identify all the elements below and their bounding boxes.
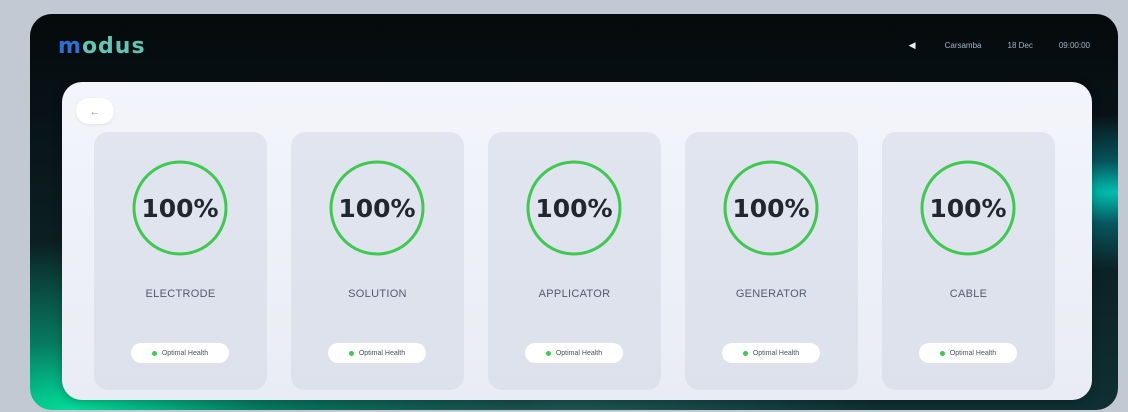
status-text: Optimal Health [752,349,800,357]
status-badge: Optimal Health [525,343,623,363]
health-percentage: 100% [929,193,1007,223]
arrow-left-icon: ← [89,106,101,118]
status-dot-icon [545,350,551,356]
status-text: Optimal Health [555,349,603,357]
day-label: Carsamba [944,40,982,50]
health-gauge: 100% [721,158,821,258]
component-name: CABLE [949,288,988,300]
health-gauge: 100% [524,158,624,258]
logo-prefix: m [58,34,82,59]
status-dot-icon [742,350,748,356]
component-card[interactable]: 100% SOLUTION Optimal Health [291,132,464,390]
status-badge: Optimal Health [919,343,1017,363]
status-dot-icon [348,350,354,356]
component-card[interactable]: 100% ELECTRODE Optimal Health [94,132,267,390]
status-text: Optimal Health [949,349,997,357]
status-bar: ◀ Carsamba 18 Dec 09:00:00 [909,40,1090,50]
status-dot-icon [151,350,157,356]
component-card[interactable]: 100% GENERATOR Optimal Health [685,132,858,390]
status-dot-icon [939,350,945,356]
device-screen: modus ◀ Carsamba 18 Dec 09:00:00 ← 100% … [30,14,1118,410]
health-percentage: 100% [338,193,416,223]
component-name: SOLUTION [348,288,407,300]
component-card[interactable]: 100% CABLE Optimal Health [882,132,1055,390]
component-name: GENERATOR [735,288,808,300]
status-text: Optimal Health [161,349,209,357]
component-name: ELECTRODE [145,288,216,300]
health-percentage: 100% [535,193,613,223]
status-badge: Optimal Health [328,343,426,363]
date-label: 18 Dec [1007,40,1033,50]
back-button[interactable]: ← [76,98,114,124]
status-badge: Optimal Health [722,343,820,363]
logo-rest: odus [81,34,146,59]
health-percentage: 100% [141,193,219,223]
health-gauge: 100% [130,158,230,258]
component-cards: 100% ELECTRODE Optimal Health 100% SOLUT… [94,132,1055,390]
app-logo: modus [58,34,146,59]
health-gauge: 100% [918,158,1018,258]
status-text: Optimal Health [358,349,406,357]
time-label: 09:00:00 [1058,40,1090,50]
health-panel: ← 100% ELECTRODE Optimal Health 100% SOL… [62,82,1092,400]
speaker-icon[interactable]: ◀ [909,40,919,50]
health-gauge: 100% [327,158,427,258]
health-percentage: 100% [732,193,810,223]
component-card[interactable]: 100% APPLICATOR Optimal Health [488,132,661,390]
status-badge: Optimal Health [131,343,229,363]
top-bar: modus ◀ Carsamba 18 Dec 09:00:00 [30,14,1118,80]
component-name: APPLICATOR [538,288,611,300]
